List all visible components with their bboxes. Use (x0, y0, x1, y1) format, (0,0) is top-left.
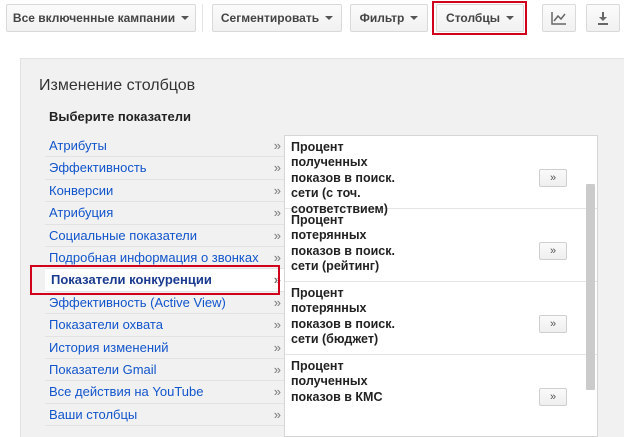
chevron-down-icon (325, 16, 334, 20)
add-metric-button[interactable]: » (539, 242, 567, 260)
double-chevron-right-icon: » (273, 138, 281, 153)
toolbar-divider (202, 4, 203, 32)
double-chevron-right-icon: » (273, 384, 281, 400)
double-chevron-right-icon: » (273, 160, 281, 176)
category-item-attribution[interactable]: Атрибуция » (45, 202, 285, 225)
category-label: Все действия на YouTube (49, 384, 204, 400)
download-icon (598, 12, 608, 25)
metrics-scrollbar[interactable] (586, 184, 595, 390)
selected-category-highlight-box (30, 265, 280, 295)
columns-highlight-box (432, 1, 527, 35)
metric-row: Процент потерянных показов в поиск. сети… (285, 282, 597, 355)
metric-row: Процент полученных показов в поиск. сети… (285, 136, 597, 216)
double-chevron-right-icon: » (273, 182, 281, 198)
panel-title: Изменение столбцов (39, 77, 196, 94)
panel-subtitle: Выберите показатели (49, 109, 191, 124)
category-label: Атрибуты (49, 138, 107, 153)
category-item-your-columns[interactable]: Ваши столбцы » (45, 404, 285, 427)
double-chevron-right-icon: » (273, 406, 281, 422)
metric-label: Процент полученных показов в КМС (291, 359, 383, 404)
segment-dropdown-button[interactable]: Сегментировать (212, 4, 342, 32)
line-chart-icon (551, 12, 566, 25)
campaigns-dropdown-label: Все включенные кампании (12, 11, 176, 25)
double-chevron-right-icon: » (273, 317, 281, 333)
chevron-down-icon (410, 16, 419, 20)
metric-label: Процент потерянных показов в поиск. сети… (291, 213, 395, 274)
category-label: Подробная информация о звонках (49, 249, 259, 265)
metric-row: Процент полученных показов в КМС » (285, 355, 597, 428)
add-metric-button[interactable]: » (539, 315, 567, 333)
chart-button[interactable] (542, 4, 576, 32)
add-metric-button[interactable]: » (539, 169, 567, 187)
category-item-social[interactable]: Социальные показатели » (45, 225, 285, 247)
double-chevron-right-icon: » (273, 205, 281, 221)
category-label: Социальные показатели (49, 227, 197, 243)
category-item-reach[interactable]: Показатели охвата » (45, 314, 285, 337)
category-item-youtube-actions[interactable]: Все действия на YouTube » (45, 381, 285, 404)
filter-dropdown-label: Фильтр (359, 11, 405, 25)
category-item-conversions[interactable]: Конверсии » (45, 180, 285, 203)
metric-label: Процент потерянных показов в поиск. сети… (291, 286, 395, 347)
double-chevron-right-icon: » (273, 361, 281, 377)
category-label: Конверсии (49, 182, 114, 198)
category-item-active-view[interactable]: Эффективность (Active View) » (45, 292, 285, 315)
category-label: Показатели Gmail (49, 361, 157, 377)
category-item-gmail[interactable]: Показатели Gmail » (45, 359, 285, 382)
category-label: Ваши столбцы (49, 406, 138, 422)
campaigns-dropdown-button[interactable]: Все включенные кампании (6, 4, 196, 32)
category-item-performance[interactable]: Эффективность » (45, 157, 285, 180)
filter-dropdown-button[interactable]: Фильтр (350, 4, 428, 32)
segment-dropdown-label: Сегментировать (220, 11, 320, 25)
metric-label: Процент полученных показов в поиск. сети… (291, 140, 395, 216)
double-chevron-right-icon: » (273, 294, 281, 310)
metrics-list: Процент полученных показов в поиск. сети… (284, 135, 598, 437)
category-label: Эффективность (49, 160, 147, 176)
toolbar: Все включенные кампании Сегментировать Ф… (0, 0, 624, 46)
category-label: Эффективность (Active View) (49, 294, 226, 310)
category-item-change-history[interactable]: История изменений » (45, 337, 285, 359)
double-chevron-right-icon: » (273, 227, 281, 243)
download-button[interactable] (586, 4, 620, 32)
category-item-attributes[interactable]: Атрибуты » (45, 135, 285, 158)
chevron-down-icon (181, 16, 190, 20)
double-chevron-right-icon: » (273, 339, 281, 355)
category-label: История изменений (49, 339, 169, 355)
add-metric-button[interactable]: » (539, 388, 567, 406)
category-label: Атрибуция (49, 205, 114, 221)
metric-row: Процент потерянных показов в поиск. сети… (285, 209, 597, 282)
category-label: Показатели охвата (49, 317, 163, 333)
